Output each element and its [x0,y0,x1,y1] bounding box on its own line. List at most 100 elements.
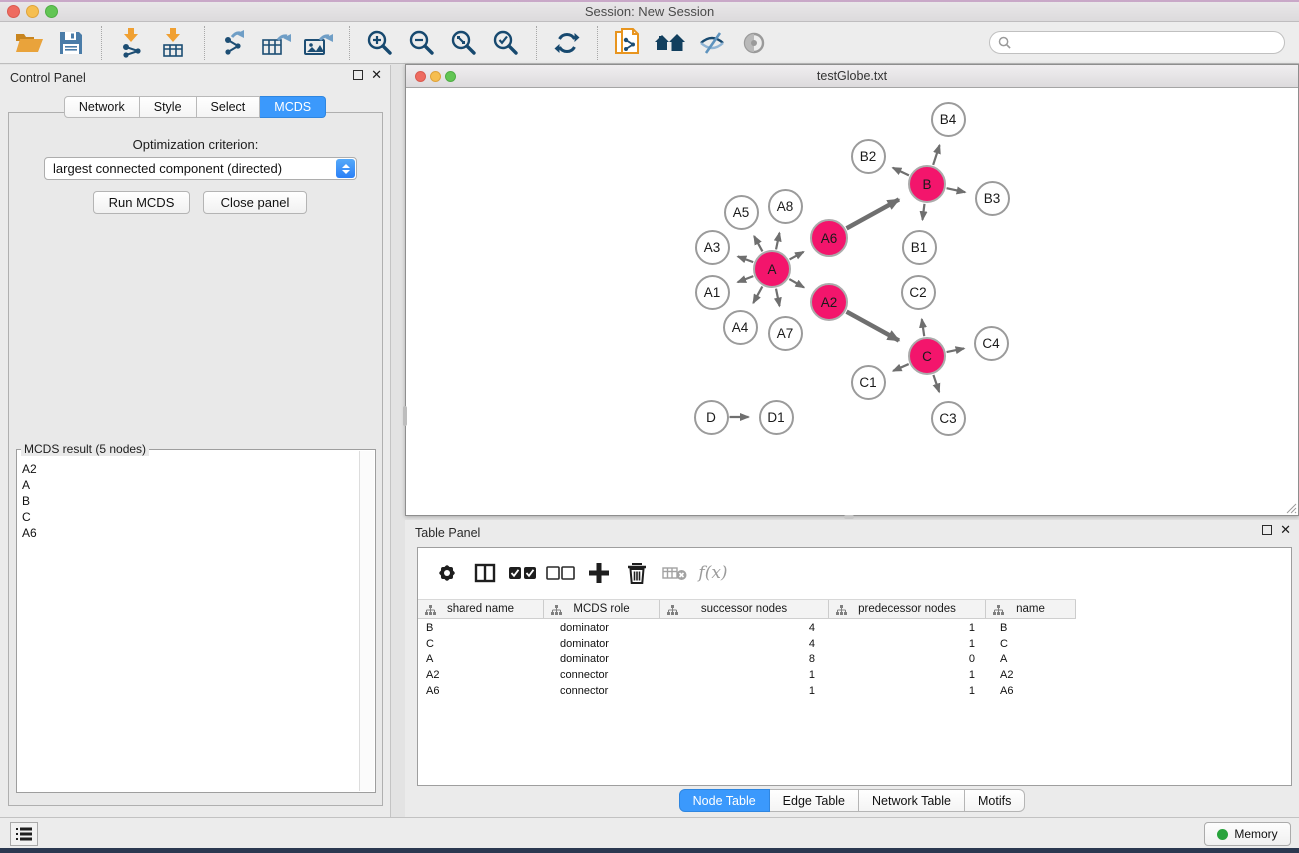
graph-edge-A-A6[interactable] [790,252,804,260]
graph-node-C4[interactable]: C4 [974,326,1009,361]
graph-node-A7[interactable]: A7 [768,316,803,351]
table-row[interactable]: Bdominator41B [418,620,1291,636]
select-all-icon[interactable] [504,555,542,591]
float-table-panel-icon[interactable] [1262,525,1272,535]
search-box[interactable] [989,31,1285,54]
resize-grip-icon[interactable] [1283,500,1297,514]
column-header-predecessor-nodes[interactable]: predecessor nodes [829,600,986,618]
graph-edge-A-A5[interactable] [754,236,762,251]
network-horizontal-scrollbar[interactable] [844,515,854,519]
graph-node-B1[interactable]: B1 [902,230,937,265]
import-table-icon[interactable] [155,25,193,61]
show-columns-icon[interactable] [466,555,504,591]
select-spinner-icon[interactable] [336,159,355,178]
graph-edge-B-B2[interactable] [893,168,909,176]
graph-edge-A-A7[interactable] [776,289,780,306]
mcds-result-scrollbar[interactable] [359,451,374,791]
table-row[interactable]: Adominator80A [418,652,1291,668]
table-tab-motifs[interactable]: Motifs [965,789,1025,812]
home-icon[interactable] [651,25,689,61]
graph-node-B2[interactable]: B2 [851,139,886,174]
network-canvas[interactable]: B4 B2 B B3 A5 A8 A3 A6 B1 A A1 C2 A2 A4 A7 C C4 C1 D D1 C3 [406,88,1298,515]
graph-edge-B-B4[interactable] [933,145,939,165]
graph-node-A[interactable]: A [753,250,791,288]
destroy-table-icon[interactable] [656,555,694,591]
zoom-in-icon[interactable] [361,25,399,61]
tab-network[interactable]: Network [64,96,140,118]
graph-edge-A-A3[interactable] [738,256,753,262]
graph-edge-C-C2[interactable] [922,319,924,336]
close-table-panel-icon[interactable]: ✕ [1280,525,1291,535]
tab-style[interactable]: Style [140,96,197,118]
run-mcds-button[interactable]: Run MCDS [93,191,190,214]
column-header-mcds-role[interactable]: MCDS role [544,600,660,618]
graph-node-A3[interactable]: A3 [695,230,730,265]
memory-button[interactable]: Memory [1204,822,1291,846]
tab-mcds[interactable]: MCDS [260,96,326,118]
graph-node-A5[interactable]: A5 [724,195,759,230]
show-graphics-icon[interactable] [735,25,773,61]
task-history-button[interactable] [10,822,38,846]
export-network-icon[interactable] [216,25,254,61]
graph-edge-B-B3[interactable] [947,188,966,192]
open-session-icon[interactable] [10,25,48,61]
zoom-fit-icon[interactable] [445,25,483,61]
import-network-icon[interactable] [113,25,151,61]
graph-edge-C-C1[interactable] [893,364,909,371]
graph-edge-A-A8[interactable] [776,233,779,249]
zoom-out-icon[interactable] [403,25,441,61]
table-row[interactable]: A2connector11A2 [418,667,1291,683]
delete-column-icon[interactable] [618,555,656,591]
graph-node-C1[interactable]: C1 [851,365,886,400]
close-panel-icon[interactable]: ✕ [371,70,382,80]
graph-edge-A-A2[interactable] [789,279,804,287]
graph-node-A4[interactable]: A4 [723,310,758,345]
graph-node-B[interactable]: B [908,165,946,203]
graph-node-C3[interactable]: C3 [931,401,966,436]
mcds-result-item[interactable]: B [18,493,359,509]
float-panel-icon[interactable] [353,70,363,80]
close-panel-button[interactable]: Close panel [203,191,307,214]
column-header-name[interactable]: name [986,600,1076,618]
add-column-icon[interactable] [580,555,618,591]
graph-node-B4[interactable]: B4 [931,102,966,137]
network-vertical-scrollbar[interactable] [403,406,407,426]
graph-edge-C-C4[interactable] [947,348,964,352]
graph-node-C2[interactable]: C2 [901,275,936,310]
table-tab-edge-table[interactable]: Edge Table [770,789,859,812]
tab-select[interactable]: Select [197,96,261,118]
settings-gear-icon[interactable] [428,555,466,591]
graph-node-A1[interactable]: A1 [695,275,730,310]
graph-edge-A-A4[interactable] [753,287,762,303]
graph-node-A8[interactable]: A8 [768,189,803,224]
graph-edge-A2-C[interactable] [847,312,899,341]
column-header-successor-nodes[interactable]: successor nodes [660,600,829,618]
graph-edge-A-A1[interactable] [738,276,754,282]
graph-node-C[interactable]: C [908,337,946,375]
column-header-shared-name[interactable]: shared name [418,600,544,618]
export-image-icon[interactable] [300,25,338,61]
table-row[interactable]: A6connector11A6 [418,683,1291,699]
table-tab-network-table[interactable]: Network Table [859,789,965,812]
mcds-result-item[interactable]: A [18,477,359,493]
mcds-result-item[interactable]: A2 [18,461,359,477]
deselect-all-icon[interactable] [542,555,580,591]
export-table-icon[interactable] [258,25,296,61]
graph-edge-B-B1[interactable] [922,204,924,220]
criterion-select[interactable]: largest connected component (directed) [44,157,357,180]
refresh-icon[interactable] [548,25,586,61]
graph-node-D1[interactable]: D1 [759,400,794,435]
hide-graphics-icon[interactable] [693,25,731,61]
graph-node-B3[interactable]: B3 [975,181,1010,216]
function-builder-icon[interactable]: f(x) [694,555,732,591]
zoom-selected-icon[interactable] [487,25,525,61]
mcds-result-item[interactable]: A6 [18,525,359,541]
graph-edge-C-C3[interactable] [933,375,939,392]
duplicate-network-icon[interactable] [609,25,647,61]
save-session-icon[interactable] [52,25,90,61]
table-row[interactable]: Cdominator41C [418,636,1291,652]
graph-node-A6[interactable]: A6 [810,219,848,257]
graph-node-D[interactable]: D [694,400,729,435]
graph-node-A2[interactable]: A2 [810,283,848,321]
mcds-result-item[interactable]: C [18,509,359,525]
